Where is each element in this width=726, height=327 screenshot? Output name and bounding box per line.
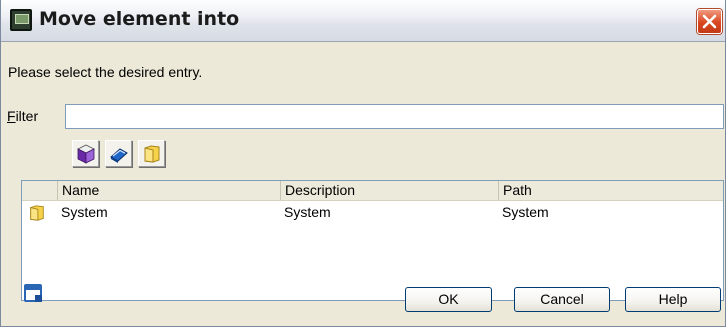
- folder-icon: [30, 205, 44, 221]
- ok-button[interactable]: OK: [405, 287, 492, 312]
- cube-icon: [77, 144, 95, 164]
- toolbar-button-book[interactable]: [105, 140, 132, 167]
- column-header-name[interactable]: Name: [57, 181, 280, 200]
- row-description: System: [284, 204, 331, 220]
- cancel-button[interactable]: Cancel: [514, 287, 610, 312]
- entry-list[interactable]: Name Description Path System System Syst…: [21, 180, 724, 301]
- prompt-text: Please select the desired entry.: [8, 64, 203, 80]
- window-mode-icon[interactable]: [24, 284, 42, 302]
- book-icon: [110, 148, 128, 163]
- row-name: System: [61, 204, 108, 220]
- list-header: Name Description Path: [22, 181, 723, 201]
- filter-label-mnemonic: F: [7, 108, 16, 124]
- window-title: Move element into: [39, 8, 240, 30]
- toolbar-button-cube[interactable]: [72, 140, 99, 167]
- filter-input[interactable]: [65, 104, 724, 129]
- column-header-path[interactable]: Path: [498, 181, 723, 200]
- dialog-window: Move element into Please select the desi…: [0, 0, 726, 327]
- column-header-description[interactable]: Description: [280, 181, 498, 200]
- filter-label-rest: ilter: [15, 108, 39, 124]
- help-button[interactable]: Help: [625, 287, 721, 312]
- filter-label: Filter: [7, 108, 38, 124]
- row-path: System: [502, 204, 549, 220]
- toolbar-button-folder[interactable]: [138, 140, 165, 167]
- close-icon: [702, 14, 717, 29]
- app-icon: [10, 9, 32, 31]
- close-button[interactable]: [697, 9, 722, 34]
- list-row[interactable]: System System System: [22, 202, 723, 224]
- title-bar[interactable]: Move element into: [1, 0, 725, 42]
- folder-icon: [144, 145, 160, 163]
